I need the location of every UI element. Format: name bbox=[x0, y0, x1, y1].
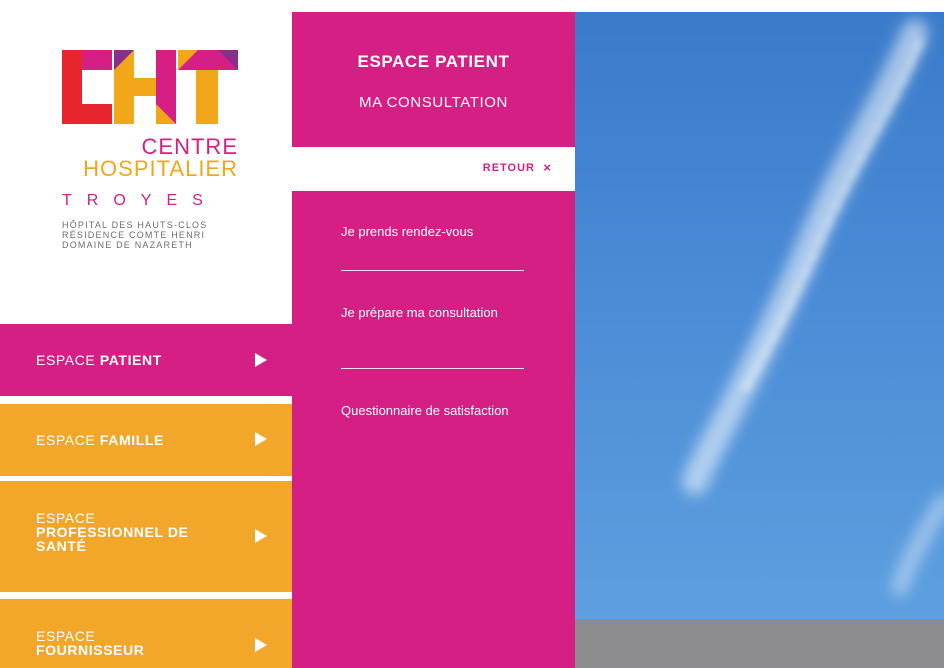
retour-button[interactable]: RETOUR × bbox=[292, 147, 575, 191]
nav-espace-patient[interactable]: ESPACE PATIENT bbox=[0, 324, 292, 396]
nav-espace-fournisseur[interactable]: ESPACE FOURNISSEUR bbox=[0, 599, 292, 668]
cht-logo-mark-icon bbox=[62, 50, 238, 124]
cloud-trail-icon bbox=[682, 19, 944, 596]
footer-grey-band bbox=[575, 619, 944, 668]
logo-text-centre: CENTRE bbox=[141, 134, 238, 159]
nav-label-light: ESPACE bbox=[36, 628, 96, 644]
nav-label-light: ESPACE bbox=[36, 352, 100, 368]
panel-subtitle: MA CONSULTATION bbox=[358, 94, 508, 111]
nav-espace-professionnel[interactable]: ESPACE PROFESSIONNEL DE SANTÉ bbox=[0, 481, 292, 592]
nav-label-bold: SANTÉ bbox=[36, 538, 87, 554]
triangle-right-icon bbox=[255, 353, 267, 367]
logo-subtitle-line: RÉSIDENCE COMTE HENRI bbox=[62, 230, 206, 240]
triangle-right-icon bbox=[255, 529, 267, 543]
logo-subtitle-line: DOMAINE DE NAZARETH bbox=[62, 240, 193, 250]
close-icon: × bbox=[543, 160, 551, 175]
logo-subtitle-line: HÔPITAL DES HAUTS-CLOS bbox=[62, 220, 208, 230]
link-prendre-rendez-vous[interactable]: Je prends rendez-vous bbox=[341, 225, 541, 239]
link-questionnaire-satisfaction[interactable]: Questionnaire de satisfaction bbox=[341, 404, 541, 418]
top-strip bbox=[0, 0, 944, 12]
panel-title: ESPACE PATIENT bbox=[357, 52, 510, 71]
logo-text-hospitalier: HOSPITALIER bbox=[83, 156, 238, 181]
site-logo[interactable]: CENTRE HOSPITALIER TROYES HÔPITAL DES HA… bbox=[62, 50, 240, 290]
nav-label: ESPACE FAMILLE bbox=[36, 433, 164, 447]
hero-sky-image bbox=[575, 12, 944, 619]
nav-label-bold: PATIENT bbox=[99, 352, 162, 368]
logo-subtitle: HÔPITAL DES HAUTS-CLOS RÉSIDENCE COMTE H… bbox=[62, 220, 240, 250]
nav-label: ESPACE PATIENT bbox=[36, 353, 162, 367]
menu-divider bbox=[341, 270, 524, 271]
nav-label-bold: FOURNISSEUR bbox=[36, 642, 145, 658]
nav-label-bold: FAMILLE bbox=[99, 432, 164, 448]
menu-divider bbox=[341, 368, 524, 369]
logo-text-troyes: TROYES bbox=[62, 192, 218, 209]
nav-label-light: ESPACE bbox=[36, 510, 96, 526]
nav-espace-famille[interactable]: ESPACE FAMILLE bbox=[0, 404, 292, 476]
nav-label-light: ESPACE bbox=[36, 432, 100, 448]
nav-label-bold: PROFESSIONNEL DE bbox=[36, 524, 189, 540]
nav-label: ESPACE FOURNISSEUR bbox=[36, 629, 145, 657]
nav-label: ESPACE PROFESSIONNEL DE SANTÉ bbox=[36, 511, 188, 553]
submenu-panel: ESPACE PATIENT MA CONSULTATION RETOUR × … bbox=[292, 12, 575, 668]
triangle-right-icon bbox=[255, 432, 267, 446]
triangle-right-icon bbox=[255, 638, 267, 652]
retour-label: RETOUR bbox=[482, 162, 535, 174]
link-preparer-consultation[interactable]: Je prépare ma consultation bbox=[341, 306, 541, 320]
